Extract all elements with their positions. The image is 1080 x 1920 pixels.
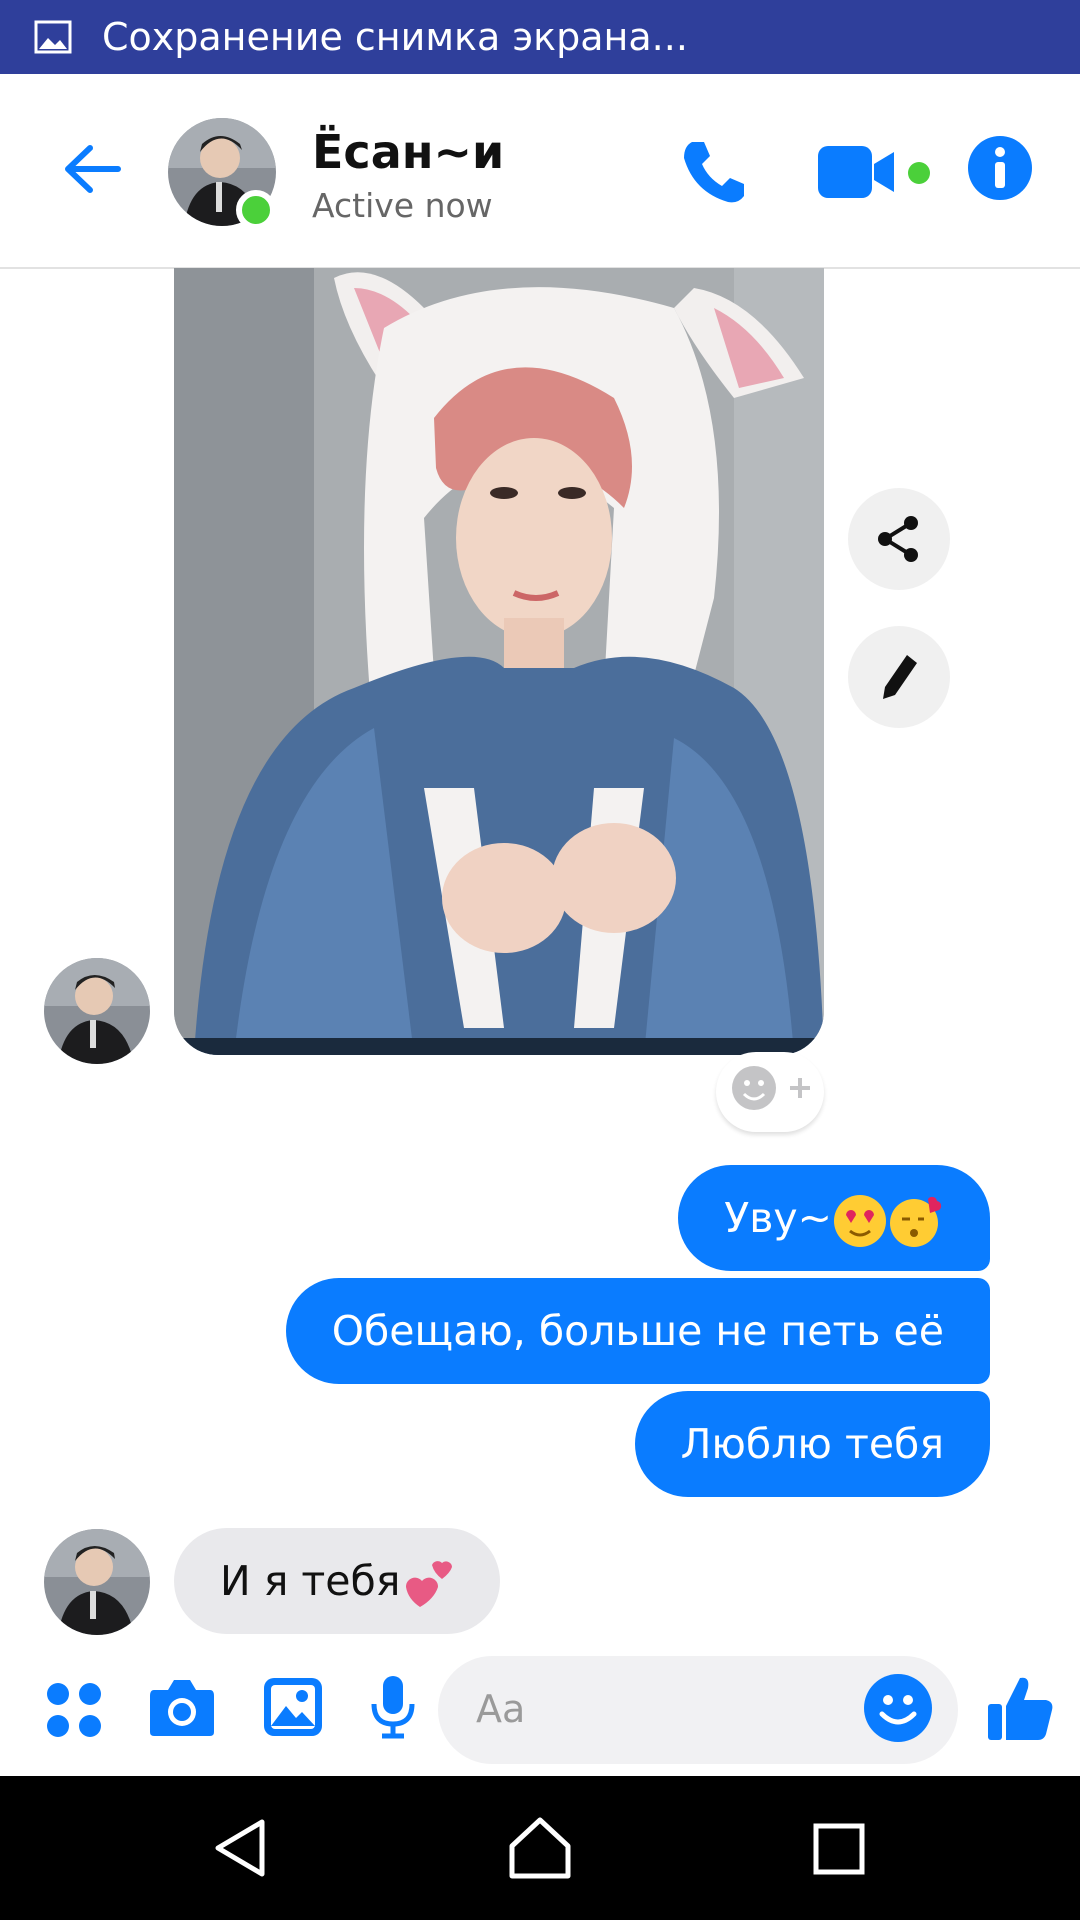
outgoing-message[interactable]: Обещаю, больше не петь её [285,1278,990,1384]
two-hearts-emoji-icon [406,1561,453,1607]
message-composer: Aa [0,1640,1080,1776]
contact-avatar-small[interactable] [44,958,150,1064]
chat-header: Ёсан~и Active now [0,74,1080,269]
image-icon [34,20,72,54]
info-icon[interactable] [968,136,1032,200]
contact-status: Active now [312,186,493,225]
heart-eyes-emoji-icon [834,1195,886,1247]
camera-icon[interactable] [148,1678,216,1738]
phone-icon[interactable] [678,136,750,208]
apps-grid-icon[interactable] [46,1682,102,1738]
message-input[interactable]: Aa [438,1656,958,1764]
video-camera-icon[interactable] [818,146,906,198]
emoji-icon[interactable] [862,1672,934,1744]
status-text: Сохранение снимка экрана... [102,15,688,59]
share-icon [878,516,918,562]
nav-home-icon[interactable] [508,1816,572,1880]
shared-photo[interactable] [174,268,824,1055]
back-arrow-icon[interactable] [60,136,126,202]
message-text: И я тебя [220,1557,401,1605]
contact-avatar-small[interactable] [44,1529,150,1635]
message-text: Обещаю, больше не петь её [331,1307,944,1355]
online-indicator [236,190,276,230]
video-active-dot [908,162,930,184]
status-bar: Сохранение снимка экрана... [0,0,1080,74]
microphone-icon[interactable] [370,1674,416,1740]
add-reaction-button[interactable] [716,1052,824,1132]
gallery-icon[interactable] [262,1676,324,1738]
edit-button[interactable] [848,626,950,728]
share-button[interactable] [848,488,950,590]
kissing-emoji-icon [890,1196,942,1247]
contact-name[interactable]: Ёсан~и [312,124,504,180]
incoming-message[interactable]: И я тебя [174,1528,501,1634]
message-text: Люблю тебя [680,1420,944,1468]
nav-recents-icon[interactable] [812,1822,866,1876]
nav-back-icon[interactable] [212,1818,268,1878]
outgoing-message[interactable]: Люблю тебя [634,1391,990,1497]
thumbs-up-icon[interactable] [984,1672,1056,1744]
add-reaction-icon [732,1066,810,1110]
outgoing-message[interactable]: Уву~ [678,1165,990,1271]
message-text: Уву~ [724,1194,832,1242]
system-nav-bar [0,1776,1080,1920]
pencil-icon [883,655,917,699]
message-placeholder: Aa [476,1687,526,1731]
